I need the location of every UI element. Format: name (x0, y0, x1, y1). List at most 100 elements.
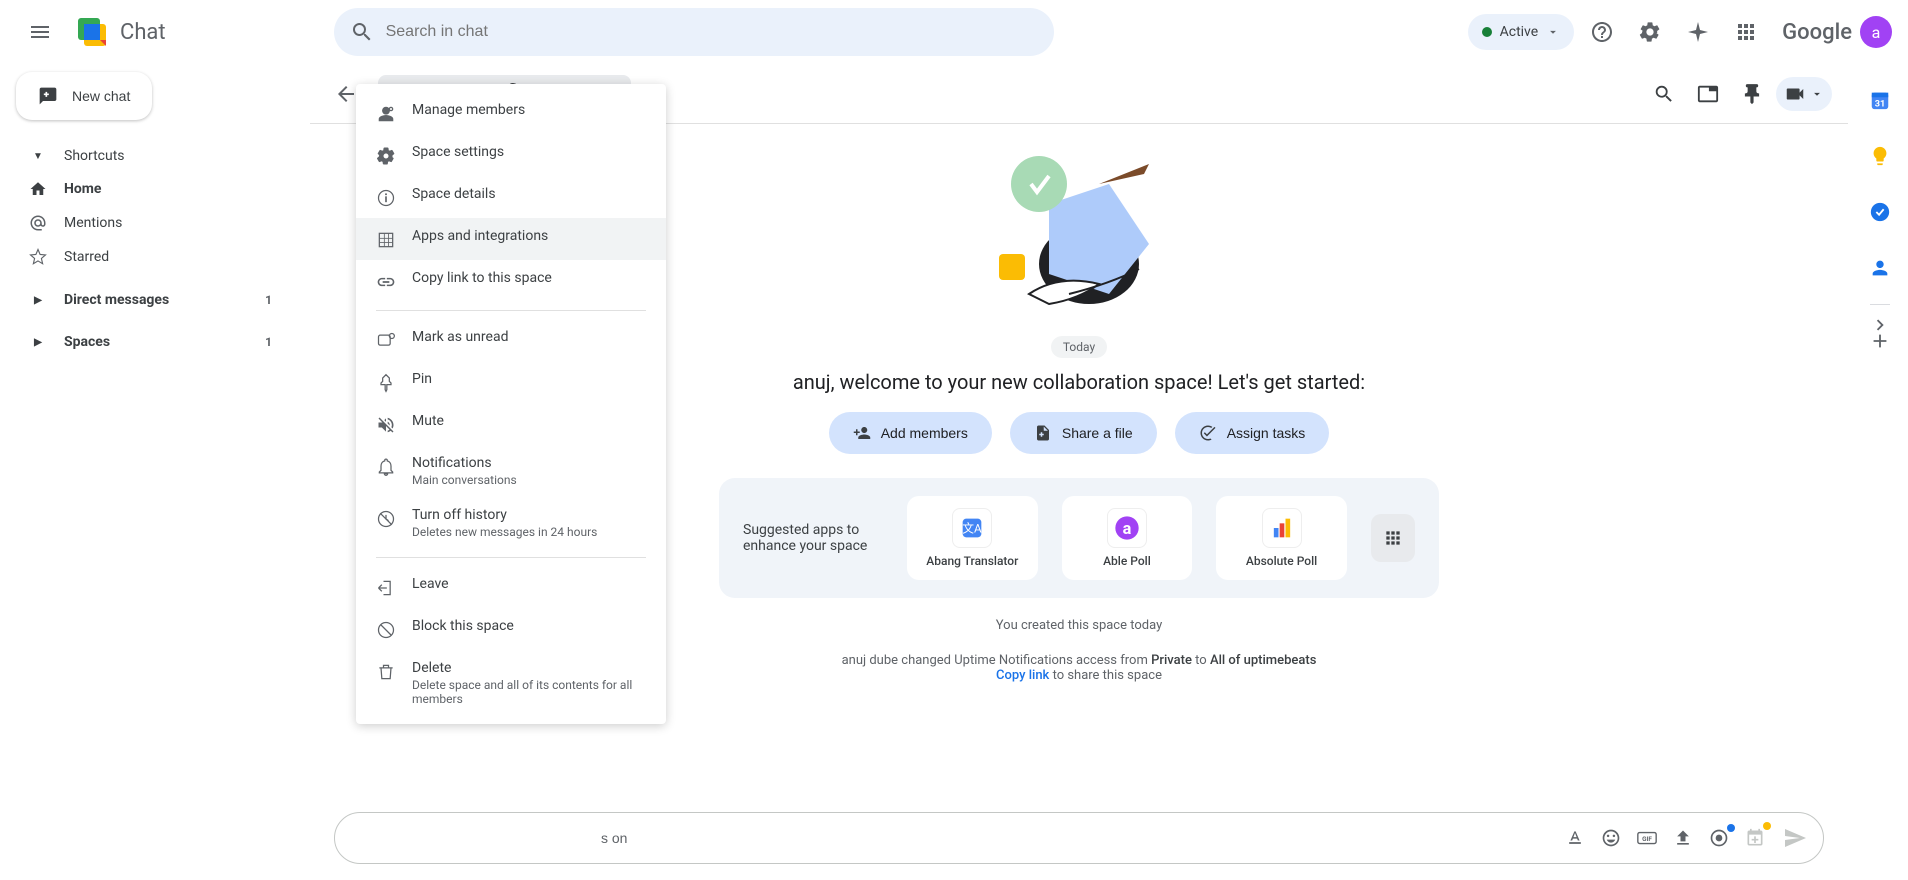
search-icon (350, 20, 374, 44)
app-card[interactable]: Absolute Poll (1216, 496, 1347, 580)
sidebar-direct-messages-header[interactable]: ▶ Direct messages 1 (16, 284, 284, 316)
space-dropdown-menu: Manage members Space settings Space deta… (356, 84, 666, 724)
calendar-sidepanel-button[interactable]: 31 (1860, 80, 1900, 120)
task-icon (1199, 424, 1217, 442)
block-icon (376, 620, 396, 640)
search-input[interactable] (386, 23, 1038, 41)
gear-icon (1638, 20, 1662, 44)
trash-icon (376, 662, 396, 682)
upload-button[interactable] (1671, 826, 1695, 850)
dm-count: 1 (265, 293, 272, 307)
collapse-sidepanel-button[interactable] (1860, 305, 1900, 345)
status-label: Active (1500, 24, 1539, 40)
gif-button[interactable]: GIF (1635, 826, 1659, 850)
search-icon (1653, 83, 1675, 105)
tab-icon (1697, 83, 1719, 105)
app-icon: a (1107, 508, 1147, 548)
dd-turn-off-history[interactable]: Turn off historyDeletes new messages in … (356, 497, 666, 549)
send-button[interactable] (1783, 826, 1807, 850)
suggested-text: Suggested apps to enhance your space (743, 522, 883, 554)
app-icon (1262, 508, 1302, 548)
tab-button[interactable] (1688, 74, 1728, 114)
help-button[interactable] (1582, 12, 1622, 52)
format-text-button[interactable] (1563, 826, 1587, 850)
emoji-button[interactable] (1599, 826, 1623, 850)
settings-button[interactable] (1630, 12, 1670, 52)
dd-copy-link[interactable]: Copy link to this space (356, 260, 666, 302)
app-icon: 文A (952, 508, 992, 548)
created-text: You created this space today (996, 618, 1162, 633)
top-header: Chat Active Google a (0, 0, 1908, 64)
sidebar-shortcuts-header[interactable]: ▼ Shortcuts (16, 140, 284, 172)
add-members-button[interactable]: Add members (829, 412, 992, 454)
svg-text:a: a (1123, 519, 1132, 538)
assign-tasks-button[interactable]: Assign tasks (1175, 412, 1330, 454)
sidebar-spaces-header[interactable]: ▶ Spaces 1 (16, 326, 284, 358)
status-chip[interactable]: Active (1468, 14, 1575, 50)
apps-grid-icon (1734, 20, 1758, 44)
copy-link[interactable]: Copy link (996, 668, 1049, 683)
dd-space-settings[interactable]: Space settings (356, 134, 666, 176)
apps-button[interactable] (1726, 12, 1766, 52)
today-badge: Today (1051, 336, 1107, 358)
hamburger-icon (28, 20, 52, 44)
leave-icon (376, 578, 396, 598)
info-icon (376, 188, 396, 208)
search-bar[interactable] (334, 8, 1054, 56)
google-logo: Google (1782, 20, 1852, 45)
compose-icons: GIF (1563, 826, 1767, 850)
contacts-sidepanel-button[interactable] (1860, 248, 1900, 288)
calendar-add-button[interactable] (1743, 826, 1767, 850)
chevron-down-icon (1810, 87, 1824, 101)
sidebar-item-mentions[interactable]: Mentions (16, 206, 284, 240)
bell-icon (376, 457, 396, 477)
dd-space-details[interactable]: Space details (356, 176, 666, 218)
gear-icon (376, 146, 396, 166)
chat-logo-icon (72, 12, 112, 52)
svg-text:GIF: GIF (1642, 835, 1652, 843)
dd-manage-members[interactable]: Manage members (356, 92, 666, 134)
avatar[interactable]: a (1860, 16, 1892, 48)
header-right: Active Google a (1468, 12, 1892, 52)
compose-input[interactable] (351, 830, 1563, 846)
share-file-button[interactable]: Share a file (1010, 412, 1157, 454)
video-message-button[interactable] (1707, 826, 1731, 850)
status-dot-icon (1482, 27, 1492, 37)
compose-bar: GIF (334, 812, 1824, 864)
gemini-button[interactable] (1678, 12, 1718, 52)
caret-down-icon: ▼ (28, 151, 48, 162)
left-sidebar: New chat ▼ Shortcuts Home Mentions Starr… (0, 64, 300, 366)
link-icon (376, 272, 396, 292)
keep-icon (1869, 145, 1891, 167)
more-apps-button[interactable] (1371, 514, 1415, 562)
search-space-button[interactable] (1644, 74, 1684, 114)
person-icon (1869, 257, 1891, 279)
dd-pin[interactable]: Pin (356, 361, 666, 403)
keep-sidepanel-button[interactable] (1860, 136, 1900, 176)
dd-mark-unread[interactable]: Mark as unread (356, 319, 666, 361)
caret-right-icon: ▶ (28, 295, 48, 306)
new-chat-button[interactable]: New chat (16, 72, 152, 120)
chevron-down-icon (1546, 25, 1560, 39)
dd-apps-integrations[interactable]: Apps and integrations (356, 218, 666, 260)
sidebar-item-starred[interactable]: Starred (16, 240, 284, 274)
dd-block[interactable]: Block this space (356, 608, 666, 650)
person-add-icon (853, 424, 871, 442)
main-menu-button[interactable] (16, 8, 64, 56)
app-card[interactable]: a Able Poll (1062, 496, 1193, 580)
right-side-panel: 31 (1852, 64, 1908, 361)
dd-mute[interactable]: Mute (356, 403, 666, 445)
star-icon (28, 248, 48, 266)
spaces-count: 1 (265, 335, 272, 349)
new-chat-icon (38, 86, 58, 106)
video-call-button[interactable] (1776, 77, 1832, 111)
dd-leave[interactable]: Leave (356, 566, 666, 608)
welcome-text: anuj, welcome to your new collaboration … (793, 370, 1365, 394)
pinned-button[interactable] (1732, 74, 1772, 114)
divider (376, 310, 646, 311)
dd-notifications[interactable]: NotificationsMain conversations (356, 445, 666, 497)
sidebar-item-home[interactable]: Home (16, 172, 284, 206)
tasks-sidepanel-button[interactable] (1860, 192, 1900, 232)
dd-delete[interactable]: DeleteDelete space and all of its conten… (356, 650, 666, 716)
app-card[interactable]: 文A Abang Translator (907, 496, 1038, 580)
